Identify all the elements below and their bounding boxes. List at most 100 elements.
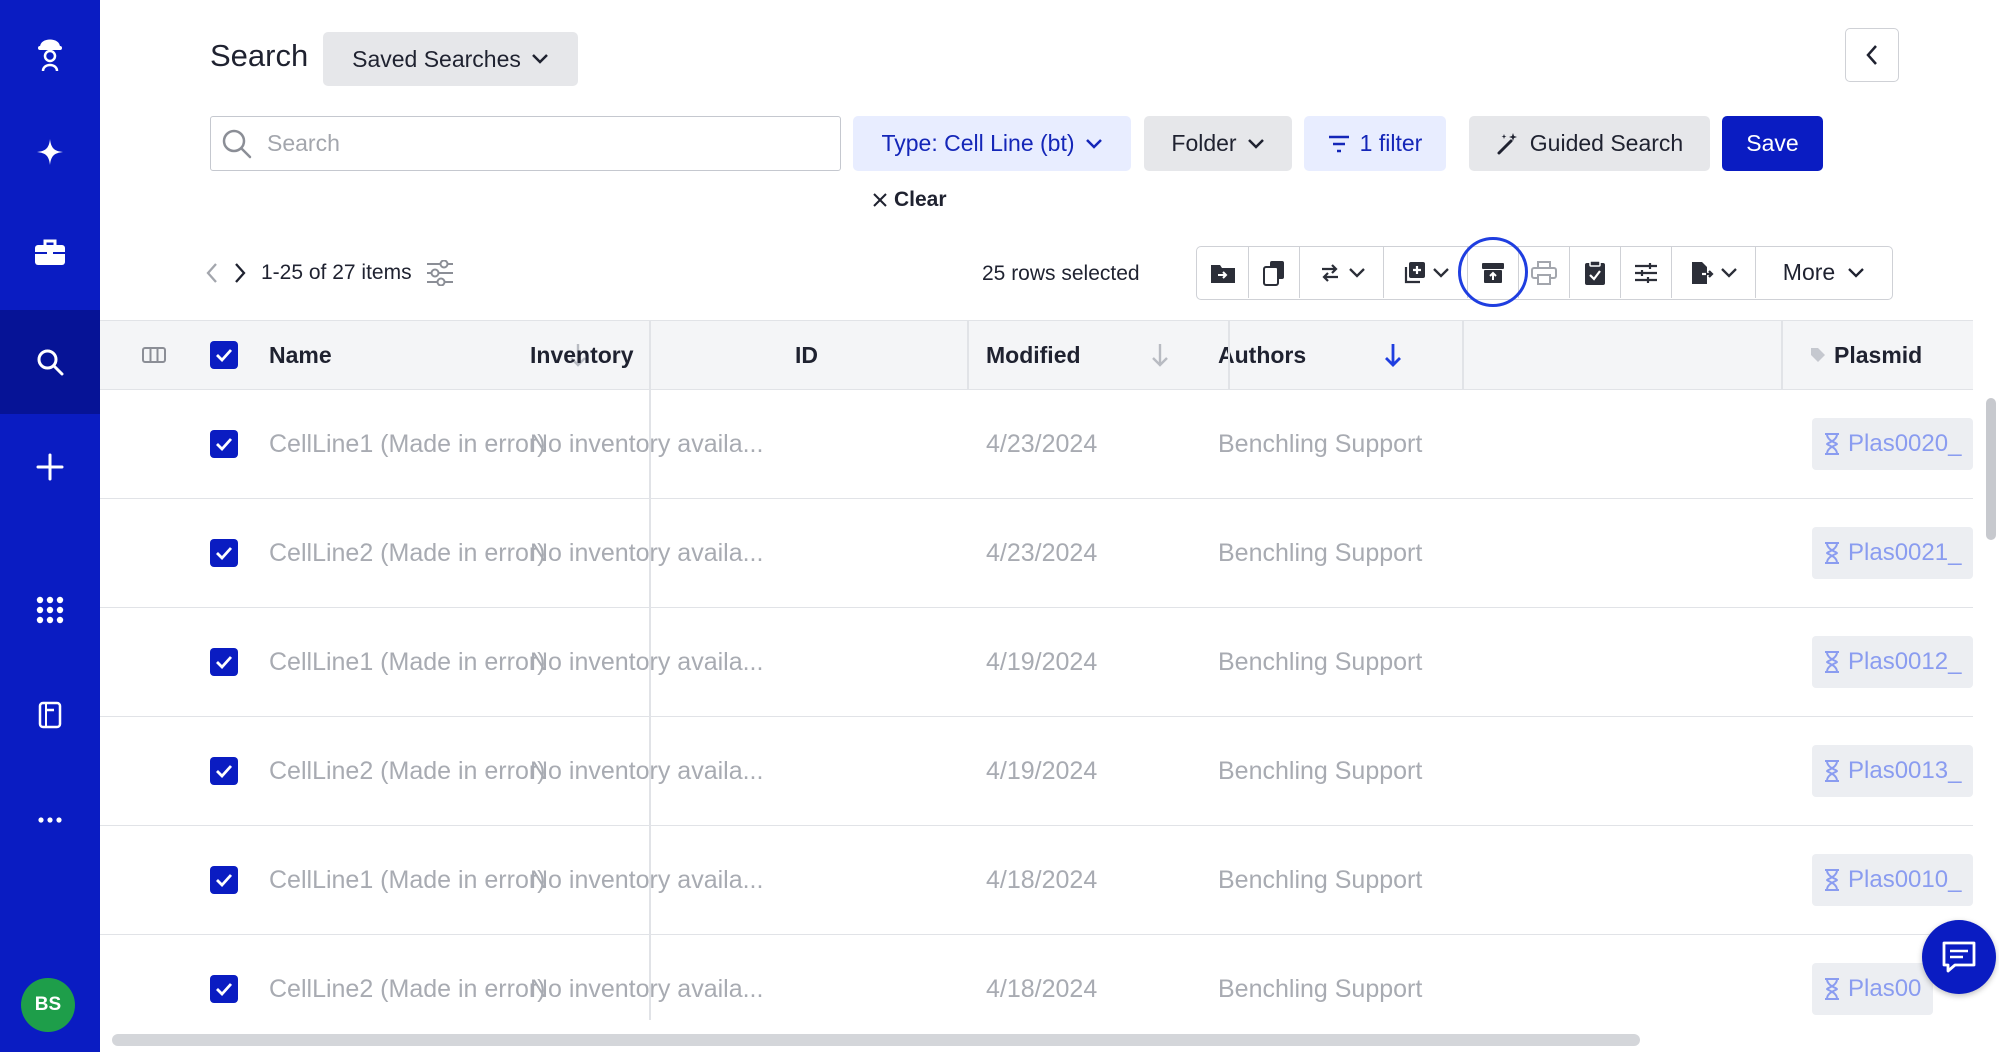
horizontal-scrollbar[interactable] (112, 1034, 1640, 1046)
bulk-edit-button[interactable] (1621, 247, 1672, 298)
search-box (210, 116, 841, 171)
cell-plasmid[interactable]: Plas0021_ (1812, 499, 1973, 607)
table-row[interactable]: CellLine2 (Made in error) No inventory av… (100, 499, 1973, 608)
filter-icon (1328, 135, 1349, 152)
copy-button[interactable] (1249, 247, 1300, 298)
row-checkbox[interactable] (210, 826, 238, 934)
column-header-modified[interactable]: Modified (986, 321, 1081, 389)
clipboard-check-icon (1585, 259, 1605, 285)
row-checkbox[interactable] (210, 499, 238, 607)
table-row[interactable]: CellLine2 (Made in error) No inventory av… (100, 717, 1973, 826)
column-header-id[interactable]: ID (795, 321, 818, 389)
plasmid-chip[interactable]: Plas0020_ (1812, 418, 1973, 470)
cell-authors: Benchling Support (1218, 647, 1423, 676)
table-row[interactable]: CellLine1 (Made in error) No inventory av… (100, 826, 1973, 935)
cell-plasmid[interactable]: Plas0020_ (1812, 390, 1973, 498)
column-header-plasmid[interactable]: Plasmid (1810, 321, 1922, 389)
sidebar-item-create[interactable] (0, 415, 100, 519)
arrow-down-icon (1152, 344, 1168, 367)
clear-button[interactable]: Clear (872, 186, 947, 214)
row-checkbox[interactable] (210, 390, 238, 498)
cell-authors: Benchling Support (1218, 538, 1423, 567)
table-row[interactable]: CellLine2 (Made in error) No inventory av… (100, 935, 1973, 1020)
print-button[interactable] (1519, 247, 1570, 298)
filter-button[interactable]: 1 filter (1304, 116, 1446, 171)
avatar[interactable]: BS (21, 978, 75, 1032)
sidebar-item-ai[interactable] (0, 100, 100, 204)
save-label: Save (1746, 130, 1799, 156)
chevron-right-icon[interactable] (233, 262, 247, 284)
saved-searches-dropdown[interactable]: Saved Searches (323, 32, 578, 86)
save-button[interactable]: Save (1722, 116, 1823, 171)
add-to-dropdown[interactable] (1384, 247, 1468, 298)
guided-search-label: Guided Search (1529, 130, 1684, 156)
apps-grid-icon (36, 596, 64, 624)
column-header-authors[interactable]: Authors (1218, 321, 1306, 389)
sidebar: BS (0, 0, 100, 1052)
cell-id (795, 717, 965, 825)
chat-support-button[interactable] (1922, 920, 1996, 994)
chevron-down-icon (1848, 267, 1865, 278)
select-all-checkbox[interactable] (210, 321, 238, 389)
sidebar-item-search[interactable] (0, 310, 100, 414)
more-actions-dropdown[interactable]: More (1756, 247, 1892, 298)
column-picker[interactable] (142, 321, 166, 389)
export-dropdown[interactable] (1672, 247, 1756, 298)
folder-dropdown[interactable]: Folder (1144, 116, 1292, 171)
clear-label: Clear (894, 188, 947, 211)
chevron-down-icon (1085, 138, 1102, 149)
tag-icon (1811, 348, 1825, 362)
column-settings-icon[interactable] (426, 260, 454, 286)
row-checkbox[interactable] (210, 935, 238, 1020)
checkmark-icon (216, 765, 233, 778)
row-checkbox[interactable] (210, 608, 238, 716)
sidebar-item-apps[interactable] (0, 558, 100, 662)
plasmid-chip[interactable]: Plas0012_ (1812, 636, 1973, 688)
table-row[interactable]: CellLine1 (Made in error) No inventory av… (100, 608, 1973, 717)
sparkle-icon (37, 139, 63, 165)
guided-search-button[interactable]: Guided Search (1469, 116, 1710, 171)
sidebar-item-notebook[interactable] (0, 663, 100, 767)
sort-id-icon[interactable] (1150, 321, 1170, 389)
sidebar-item-home[interactable] (0, 0, 100, 104)
cell-plasmid[interactable]: Plas0010_ (1812, 826, 1973, 934)
cell-modified: 4/19/2024 (986, 647, 1098, 676)
plasmid-chip[interactable]: Plas0013_ (1812, 745, 1973, 797)
column-header-name[interactable]: Name (269, 321, 332, 389)
chevron-down-icon (1720, 267, 1737, 278)
type-filter-dropdown[interactable]: Type: Cell Line (bt) (853, 116, 1131, 171)
cell-id (795, 935, 965, 1020)
cell-authors: Benchling Support (1218, 429, 1423, 458)
transfer-dropdown[interactable] (1300, 247, 1384, 298)
search-icon (37, 349, 64, 376)
cell-plasmid[interactable]: Plas0012_ (1812, 608, 1973, 716)
row-checkbox[interactable] (210, 717, 238, 825)
sliders-icon (1635, 262, 1657, 283)
archive-button[interactable] (1468, 247, 1519, 298)
move-to-folder-button[interactable] (1197, 247, 1249, 298)
hourglass-icon (1825, 433, 1839, 455)
folder-move-icon (1210, 264, 1235, 283)
plasmid-chip[interactable]: Plas00 (1812, 963, 1934, 1015)
hourglass-icon (1825, 869, 1839, 891)
table-row[interactable]: CellLine1 (Made in error) No inventory av… (100, 390, 1973, 499)
column-header-inventory[interactable]: Inventory (530, 321, 634, 389)
plasmid-chip[interactable]: Plas0021_ (1812, 527, 1973, 579)
column-divider (967, 320, 969, 390)
rows-selected-count: 25 rows selected (982, 262, 1140, 285)
notebook-icon (38, 701, 62, 729)
sidebar-item-more[interactable] (0, 768, 100, 872)
register-button[interactable] (1570, 247, 1621, 298)
pagination: 1-25 of 27 items (205, 258, 454, 288)
chevron-down-icon (532, 54, 548, 64)
sort-modified-icon[interactable] (1383, 321, 1403, 389)
vertical-scrollbar[interactable] (1986, 398, 1996, 540)
sidebar-item-projects[interactable] (0, 200, 100, 304)
plasmid-chip[interactable]: Plas0010_ (1812, 854, 1973, 906)
collapse-panel-button[interactable] (1845, 28, 1899, 82)
chevron-left-icon[interactable] (205, 262, 219, 284)
transfer-icon (1321, 263, 1338, 282)
cell-plasmid[interactable]: Plas0013_ (1812, 717, 1973, 825)
search-input[interactable] (267, 130, 827, 157)
page-title: Search (210, 38, 309, 73)
